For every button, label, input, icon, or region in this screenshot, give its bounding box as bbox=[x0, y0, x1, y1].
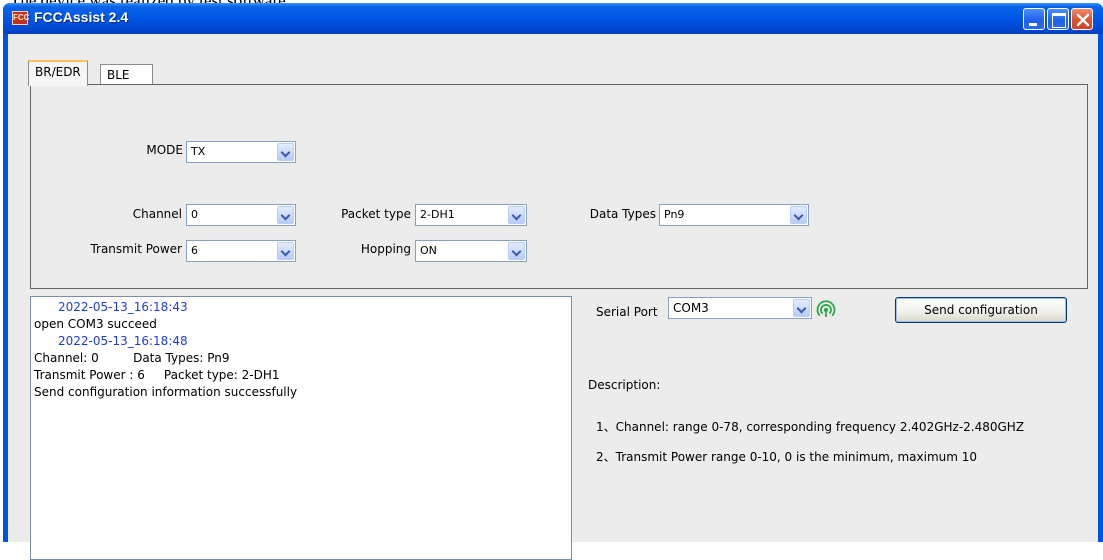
log-timestamp: 2022-05-13_16:18:48 bbox=[58, 334, 188, 348]
settings-panel: MODE TX Channel 0 Packet type 2-DH1 Data… bbox=[30, 84, 1088, 289]
transmit-power-label: Transmit Power bbox=[90, 242, 182, 256]
channel-value: 0 bbox=[191, 208, 198, 221]
mode-select[interactable]: TX bbox=[186, 141, 296, 163]
log-line: Transmit Power : 6 Packet type: 2-DH1 bbox=[34, 368, 280, 382]
app-window: FCC FCCAssist 2.4 BR/EDR BLE MODE TX Cha… bbox=[3, 3, 1103, 560]
data-types-value: Pn9 bbox=[664, 208, 685, 221]
log-line: open COM3 succeed bbox=[34, 317, 157, 331]
log-line: Channel: 0 Data Types: Pn9 bbox=[34, 351, 230, 365]
app-logo-icon: FCC bbox=[12, 11, 29, 25]
chevron-down-icon[interactable] bbox=[790, 206, 807, 224]
chevron-down-icon[interactable] bbox=[277, 143, 294, 161]
tab-br-edr[interactable]: BR/EDR bbox=[28, 60, 88, 86]
transmit-power-value: 6 bbox=[191, 244, 198, 257]
log-output[interactable]: 2022-05-13_16:18:43open COM3 succeed 2022… bbox=[30, 296, 572, 560]
description-item-1: 1、Channel: range 0-78, corresponding fre… bbox=[596, 420, 1025, 434]
chevron-down-icon[interactable] bbox=[277, 242, 294, 260]
transmit-power-select[interactable]: 6 bbox=[186, 240, 296, 262]
tab-ble[interactable]: BLE bbox=[100, 64, 153, 86]
serial-port-label: Serial Port bbox=[596, 305, 658, 319]
chevron-down-icon[interactable] bbox=[277, 206, 294, 224]
log-timestamp: 2022-05-13_16:18:43 bbox=[58, 300, 188, 314]
description-heading: Description: bbox=[588, 378, 661, 392]
log-line: Send configuration information successfu… bbox=[34, 385, 298, 399]
serial-port-value: COM3 bbox=[673, 301, 709, 315]
description-item-2: 2、Transmit Power range 0-10, 0 is the mi… bbox=[596, 450, 978, 464]
title-bar[interactable]: FCC FCCAssist 2.4 bbox=[3, 3, 1103, 34]
mode-value: TX bbox=[191, 145, 206, 158]
close-icon bbox=[1076, 13, 1090, 27]
minimize-button[interactable] bbox=[1023, 8, 1045, 30]
chevron-down-icon[interactable] bbox=[508, 242, 525, 260]
packet-type-label: Packet type bbox=[341, 207, 411, 221]
window-title: FCCAssist 2.4 bbox=[34, 9, 129, 25]
close-button[interactable] bbox=[1071, 8, 1093, 30]
packet-type-select[interactable]: 2-DH1 bbox=[415, 204, 527, 226]
serial-port-select[interactable]: COM3 bbox=[668, 297, 812, 319]
data-types-select[interactable]: Pn9 bbox=[659, 204, 809, 226]
send-configuration-button[interactable]: Send configuration bbox=[895, 297, 1067, 323]
chevron-down-icon[interactable] bbox=[793, 299, 810, 317]
signal-icon bbox=[816, 300, 836, 317]
client-area: BR/EDR BLE MODE TX Channel 0 Packet type… bbox=[8, 34, 1098, 560]
chevron-down-icon[interactable] bbox=[508, 206, 525, 224]
hopping-value: ON bbox=[420, 244, 437, 257]
hopping-select[interactable]: ON bbox=[415, 240, 527, 262]
mode-label: MODE bbox=[146, 143, 183, 157]
hopping-label: Hopping bbox=[360, 242, 411, 256]
maximize-button[interactable] bbox=[1047, 8, 1069, 30]
channel-select[interactable]: 0 bbox=[186, 204, 296, 226]
packet-type-value: 2-DH1 bbox=[420, 208, 455, 221]
channel-label: Channel bbox=[132, 207, 182, 221]
data-types-label: Data Types bbox=[589, 207, 656, 221]
